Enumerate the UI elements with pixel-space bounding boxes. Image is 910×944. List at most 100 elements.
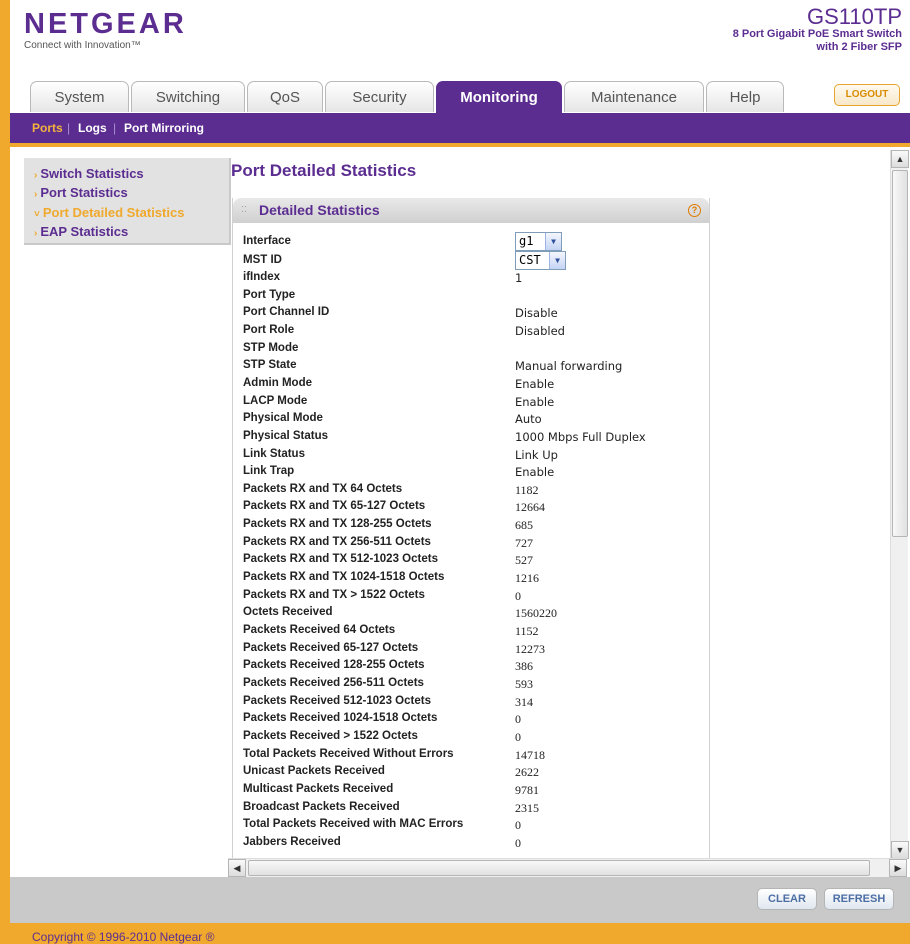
- stat-value: 9781: [515, 782, 539, 797]
- subnav-separator: |: [67, 121, 71, 135]
- divider: [10, 143, 910, 147]
- tab-help[interactable]: Help: [706, 81, 784, 112]
- stat-row: Packets Received 256-511 Octets 593: [243, 677, 703, 694]
- stat-row: Packets Received 512-1023 Octets 314: [243, 695, 703, 712]
- stat-row: Packets Received 128-255 Octets 386: [243, 659, 703, 676]
- stat-label: ifIndex: [243, 271, 281, 283]
- stat-value: 1560220: [515, 606, 557, 621]
- interface-selected-value: g1: [519, 234, 534, 248]
- scroll-down-icon[interactable]: ▼: [891, 841, 909, 859]
- tab-maintenance[interactable]: Maintenance: [564, 81, 704, 112]
- help-icon[interactable]: ?: [688, 204, 701, 217]
- stat-row: Octets Received 1560220: [243, 606, 703, 623]
- stat-value: 727: [515, 535, 533, 550]
- stat-row: Packets RX and TX 512-1023 Octets 527: [243, 553, 703, 570]
- stat-row: STP State Manual forwarding: [243, 359, 703, 376]
- leftmenu-eap-statistics[interactable]: › EAP Statistics: [34, 224, 128, 242]
- stat-label: Link Trap: [243, 465, 295, 478]
- chevron-right-icon: ›: [34, 189, 38, 200]
- stat-row: Broadcast Packets Received 2315: [243, 801, 703, 818]
- subnav-logs[interactable]: Logs: [78, 113, 107, 143]
- logout-button[interactable]: LOGOUT: [834, 84, 900, 106]
- leftmenu-switch-statistics[interactable]: › Switch Statistics: [34, 166, 144, 184]
- stat-label: Physical Mode: [243, 412, 323, 425]
- stat-label: Packets RX and TX 256-511 Octets: [243, 535, 431, 548]
- page-title: Port Detailed Statistics: [231, 161, 417, 180]
- tab-switching[interactable]: Switching: [131, 81, 245, 112]
- copyright: Copyright © 1996-2010 Netgear ®: [32, 930, 215, 944]
- mstid-selected-value: CST: [519, 253, 541, 267]
- stat-row: Packets Received 64 Octets 1152: [243, 624, 703, 641]
- stat-value: Enable: [515, 465, 555, 480]
- tab-monitoring[interactable]: Monitoring: [436, 81, 562, 114]
- stat-label: Packets Received 1024-1518 Octets: [243, 712, 438, 725]
- interface-select[interactable]: g1 ▼: [515, 232, 562, 251]
- panel-header: :: Detailed Statistics ?: [233, 198, 709, 223]
- stat-value: 1: [515, 271, 523, 285]
- stat-row: Link Status Link Up: [243, 448, 703, 465]
- tab-qos[interactable]: QoS: [247, 81, 323, 112]
- model-info: GS110TP 8 Port Gigabit PoE Smart Switch …: [733, 6, 902, 54]
- stat-label: Packets Received > 1522 Octets: [243, 729, 418, 742]
- horizontal-scrollbar[interactable]: ◀ ▶: [228, 858, 907, 877]
- subnav-ports[interactable]: Ports: [32, 113, 63, 143]
- stat-row: Packets RX and TX 1024-1518 Octets 1216: [243, 571, 703, 588]
- stat-row: Total Packets Received Without Errors 147…: [243, 748, 703, 765]
- stat-row: Jabbers Received 0: [243, 836, 703, 853]
- stat-row: Multicast Packets Received 9781: [243, 783, 703, 800]
- brand-name: NETGEAR: [24, 8, 187, 40]
- mstid-select[interactable]: CST ▼: [515, 251, 566, 270]
- stat-value: Enable: [515, 376, 555, 391]
- leftmenu-port-detailed-statistics[interactable]: ˅ Port Detailed Statistics: [34, 205, 184, 223]
- interface-label: Interface: [243, 235, 291, 247]
- stat-value: 386: [515, 659, 533, 674]
- stat-label: Physical Status: [243, 429, 329, 442]
- stat-value: 527: [515, 553, 533, 568]
- stat-label: Link Status: [243, 447, 305, 460]
- clear-button[interactable]: CLEAR: [757, 888, 817, 910]
- stat-value: 1182: [515, 482, 539, 497]
- tab-security[interactable]: Security: [325, 81, 434, 112]
- chevron-right-icon: ›: [34, 228, 38, 239]
- stat-label: Packets Received 64 Octets: [243, 624, 396, 636]
- stat-row: Packets RX and TX 256-511 Octets 727: [243, 536, 703, 553]
- stat-row: LACP Mode Enable: [243, 395, 703, 412]
- button-bar: CLEAR REFRESH: [10, 877, 910, 923]
- scroll-right-icon[interactable]: ▶: [889, 859, 907, 877]
- stat-label: Broadcast Packets Received: [243, 800, 400, 813]
- tab-system[interactable]: System: [30, 81, 129, 112]
- stat-label: Admin Mode: [243, 376, 312, 389]
- stat-label: Packets Received 256-511 Octets: [243, 676, 424, 689]
- detailed-statistics-panel: :: Detailed Statistics ? Interface g1 ▼ …: [232, 198, 710, 859]
- stat-row: Packets RX and TX 64 Octets 1182: [243, 483, 703, 500]
- stat-value: 14718: [515, 747, 545, 762]
- drag-handle-icon: ::: [241, 203, 248, 215]
- stat-label: Packets Received 65-127 Octets: [243, 641, 419, 654]
- stat-value: Manual forwarding: [515, 359, 623, 374]
- stat-row: Packets RX and TX 65-127 Octets 12664: [243, 500, 703, 517]
- stat-value: 1216: [515, 571, 539, 586]
- stat-label: Port Type: [243, 288, 296, 301]
- stat-row: Link Trap Enable: [243, 465, 703, 482]
- stat-label: Total Packets Received Without Errors: [243, 747, 454, 760]
- chevron-down-icon: ˅: [34, 209, 40, 220]
- refresh-button[interactable]: REFRESH: [824, 888, 894, 910]
- leftmenu-port-statistics[interactable]: › Port Statistics: [34, 185, 128, 203]
- stat-label: Packets Received 128-255 Octets: [243, 659, 425, 672]
- stat-row: Packets Received > 1522 Octets 0: [243, 730, 703, 747]
- subnav-port-mirroring[interactable]: Port Mirroring: [124, 113, 204, 143]
- stat-value: 12273: [515, 641, 545, 656]
- stat-value: 1000 Mbps Full Duplex: [515, 429, 646, 444]
- stat-row: Port Channel ID Disable: [243, 306, 703, 323]
- stat-value: 0: [515, 588, 521, 603]
- vertical-scrollbar[interactable]: ▲ ▼: [890, 150, 909, 859]
- leftmenu-label: Switch Statistics: [40, 166, 144, 181]
- horizontal-scroll-thumb[interactable]: [248, 860, 870, 876]
- stat-value: Link Up: [515, 447, 558, 462]
- stat-label: Total Packets Received with MAC Errors: [243, 818, 464, 831]
- left-menu: › Switch Statistics › Port Statistics ˅ Por…: [24, 158, 231, 245]
- scroll-up-icon[interactable]: ▲: [891, 150, 909, 168]
- stat-value: 0: [515, 712, 521, 727]
- vertical-scroll-thumb[interactable]: [892, 170, 908, 537]
- scroll-left-icon[interactable]: ◀: [228, 859, 246, 877]
